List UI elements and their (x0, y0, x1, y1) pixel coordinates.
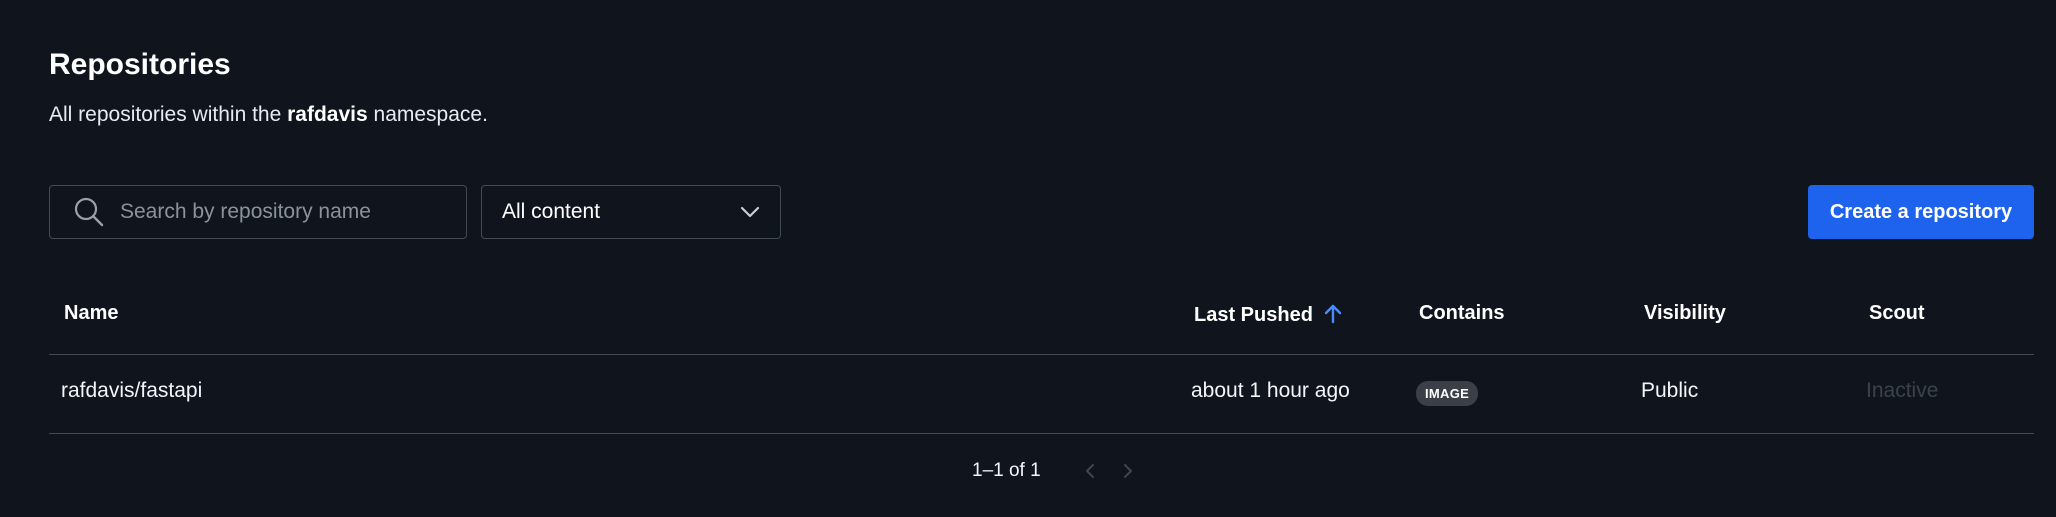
last-pushed-cell: about 1 hour ago (1191, 379, 1350, 402)
chevron-right-icon[interactable] (1117, 460, 1139, 482)
subtitle-suffix: namespace. (373, 103, 488, 126)
pagination: 1–1 of 1 (972, 460, 1139, 482)
repository-name-cell: rafdavis/fastapi (61, 379, 202, 403)
create-repository-button[interactable]: Create a repository (1808, 185, 2034, 239)
search-field[interactable] (49, 185, 467, 239)
visibility-cell: Public (1641, 379, 1699, 402)
pagination-label: 1–1 of 1 (972, 460, 1041, 481)
repository-link[interactable]: rafdavis/fastapi (61, 379, 202, 402)
column-header-last-pushed-label: Last Pushed (1194, 304, 1313, 326)
content-filter-value: All content (502, 200, 601, 223)
chevron-down-icon (740, 206, 760, 218)
column-header-name[interactable]: Name (64, 302, 118, 325)
arrow-up-icon (1324, 304, 1342, 324)
column-header-last-pushed[interactable]: Last Pushed (1194, 302, 1345, 327)
content-filter-select[interactable]: All content (481, 185, 781, 239)
search-icon (74, 197, 104, 227)
scout-status-cell: Inactive (1866, 379, 1939, 402)
subtitle-prefix: All repositories within the (49, 103, 282, 126)
page-subtitle: All repositories within the rafdavis nam… (49, 103, 488, 127)
column-header-scout: Scout (1869, 302, 1925, 324)
page-title: Repositories (49, 48, 231, 81)
table-row[interactable]: rafdavis/fastapi about 1 hour ago IMAGE … (49, 355, 2034, 434)
chevron-left-icon[interactable] (1079, 460, 1101, 482)
table-header: Name Last Pushed Contains Visibility Sco… (49, 286, 2034, 355)
repositories-table: Name Last Pushed Contains Visibility Sco… (49, 286, 2034, 434)
search-input[interactable] (118, 199, 442, 225)
column-header-contains: Contains (1419, 302, 1505, 324)
namespace-name: rafdavis (287, 103, 368, 126)
content-type-badge: IMAGE (1416, 381, 1479, 406)
column-header-visibility: Visibility (1644, 302, 1726, 324)
